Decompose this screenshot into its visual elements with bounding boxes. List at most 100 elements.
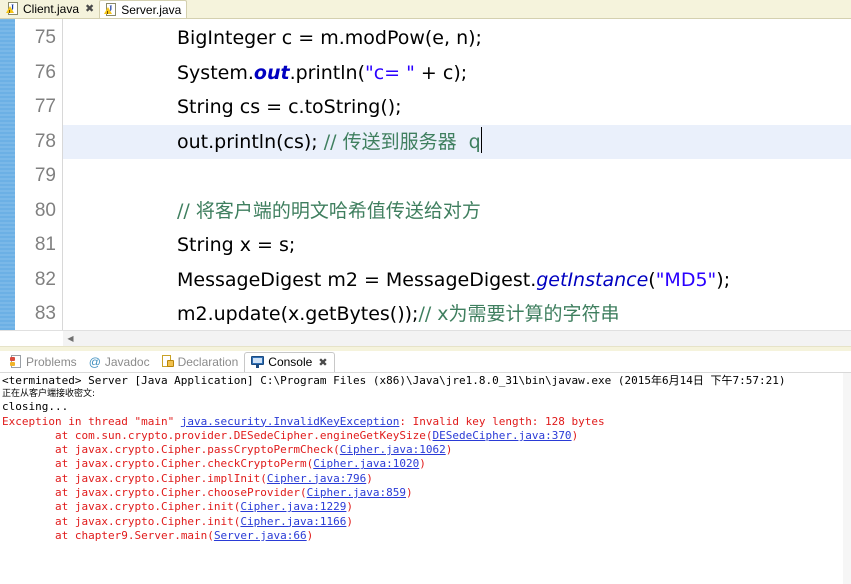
console-text: at javax.crypto.Cipher.init( (2, 514, 241, 528)
code-line[interactable] (63, 159, 851, 194)
editor-tab-server-java[interactable]: J Server.java (99, 0, 188, 18)
console-line: at javax.crypto.Cipher.init(Cipher.java:… (2, 515, 851, 529)
console-text: ) (419, 457, 426, 471)
code-token: ( (648, 268, 656, 291)
line-number: 80 (34, 199, 56, 221)
code-token: + c); (414, 61, 468, 84)
code-token: String cs = c.toString(); (177, 96, 402, 118)
console-text: ) (366, 471, 373, 485)
console-text: at chapter9.Server.main( (2, 528, 214, 542)
console-text: ) (306, 528, 314, 542)
console-vertical-scrollbar[interactable] (843, 373, 851, 584)
javadoc-at-icon: @ (88, 354, 101, 369)
console-text: at javax.crypto.Cipher.chooseProvider( (2, 486, 307, 500)
console-text: ) (445, 443, 453, 457)
stack-trace-link[interactable]: Server.java:66 (214, 529, 307, 542)
code-editor[interactable]: 75 76 77 78 79 80 81 82 83 BigInteger c = m.modP… (0, 19, 851, 330)
code-line[interactable]: String x = s; (63, 228, 851, 263)
code-token: out (253, 61, 290, 84)
stack-trace-link[interactable]: Cipher.java:796 (267, 472, 366, 485)
console-line: 正在从客户端接收密文: (2, 388, 851, 400)
console-icon (251, 356, 265, 368)
code-token: m2.update(x.getBytes()); (177, 303, 419, 325)
line-number: 78 (34, 130, 56, 152)
scrollbar-track[interactable]: ◀ (63, 331, 851, 346)
console-text: at javax.crypto.Cipher.passCryptoPermChe… (2, 443, 340, 457)
stack-trace-link[interactable]: java.security.InvalidKeyException (181, 415, 400, 428)
console-text: at javax.crypto.Cipher.checkCryptoPerm( (2, 457, 314, 471)
view-tab-label: Javadoc (104, 354, 150, 369)
console-line: at javax.crypto.Cipher.chooseProvider(Ci… (2, 486, 851, 500)
code-token: out.println(cs); (177, 130, 324, 153)
code-line[interactable]: out.println(cs); // 传送到服务器 q (63, 124, 851, 159)
code-line[interactable]: BigInteger c = m.modPow(e, n); (63, 21, 851, 56)
console-text: ) (346, 500, 354, 514)
console-output[interactable]: <terminated> Server [Java Application] C… (0, 373, 851, 584)
view-tab-declaration[interactable]: Declaration (156, 352, 245, 372)
line-number: 77 (34, 96, 56, 117)
java-file-warning-icon: J (6, 2, 19, 16)
stack-trace-link[interactable]: Cipher.java:1062 (340, 443, 446, 456)
view-tab-javadoc[interactable]: @ Javadoc (83, 352, 156, 372)
editor-tab-bar: J Client.java ✖ J Server.java (0, 0, 851, 19)
eclipse-ide-window: J Client.java ✖ J Server.java 75 76 77 78 79 80 81… (0, 0, 851, 584)
console-text: ) (406, 486, 413, 500)
console-line: at javax.crypto.Cipher.implInit(Cipher.j… (2, 472, 851, 486)
code-line[interactable]: // 将客户端的明文哈希值传送给对方 (63, 194, 851, 229)
text-caret (480, 126, 482, 153)
line-number: 79 (34, 165, 56, 186)
problems-icon (10, 355, 22, 368)
stack-trace-link[interactable]: Cipher.java:859 (307, 486, 406, 499)
code-token: String x = s; (177, 234, 296, 256)
editor-horizontal-scrollbar[interactable]: ◀ (0, 330, 851, 346)
console-line: at javax.crypto.Cipher.checkCryptoPerm(C… (2, 457, 851, 471)
console-text: ) (571, 428, 579, 442)
java-file-warning-icon: J (104, 2, 117, 17)
declaration-icon (161, 355, 174, 368)
console-line: at com.sun.crypto.provider.DESedeCipher.… (2, 429, 851, 443)
code-token: // x为需要计算的字符串 (418, 303, 620, 325)
scrollbar-gutter-spacer (0, 331, 63, 346)
view-tab-close-icon[interactable]: ✖ (318, 356, 327, 369)
stack-trace-link[interactable]: Cipher.java:1020 (313, 457, 419, 470)
code-token: "c= " (364, 61, 415, 84)
stack-trace-link[interactable]: Cipher.java:1229 (240, 500, 346, 513)
editor-tab-close-icon[interactable]: ✖ (85, 4, 94, 15)
view-tab-label: Console (268, 355, 313, 369)
view-tab-label: Problems (26, 354, 77, 369)
console-lines: 正在从客户端接收密文: closing... Exception in thread… (2, 388, 851, 543)
console-text: at com.sun.crypto.provider.DESedeCipher.… (2, 428, 433, 442)
code-line[interactable]: m2.update(x.getBytes());// x为需要计算的字符串 (63, 297, 851, 330)
console-text: : Invalid key length: 128 bytes (399, 414, 605, 428)
line-number: 75 (34, 27, 56, 48)
code-line[interactable]: String cs = c.toString(); (63, 90, 851, 125)
console-text: ) (346, 514, 354, 528)
code-token: ); (716, 268, 731, 291)
console-line: closing... (2, 400, 851, 414)
line-number: 81 (34, 234, 56, 255)
console-text: Exception in thread "main" (2, 414, 181, 428)
line-number: 76 (34, 61, 56, 83)
code-token: // 传送到服务器 q (323, 130, 481, 153)
editor-code-area[interactable]: BigInteger c = m.modPow(e, n); System.out… (63, 19, 851, 330)
view-tab-console[interactable]: Console ✖ (244, 351, 335, 372)
code-line[interactable]: System.out.println("c= " + c); (63, 56, 851, 91)
stack-trace-link[interactable]: Cipher.java:1166 (240, 515, 346, 528)
code-token: BigInteger c = m.modPow(e, n); (177, 27, 482, 49)
code-token: getInstance (536, 268, 649, 291)
code-token: "MD5" (655, 268, 717, 291)
view-tab-label: Declaration (177, 354, 239, 369)
code-token: // 将客户端的明文哈希值传送给对方 (177, 199, 481, 222)
stack-trace-link[interactable]: DESedeCipher.java:370 (432, 429, 571, 442)
console-text: at javax.crypto.Cipher.implInit( (2, 471, 267, 485)
console-line: at javax.crypto.Cipher.passCryptoPermChe… (2, 443, 851, 457)
code-line[interactable]: MessageDigest m2 = MessageDigest.getInst… (63, 263, 851, 298)
editor-line-number-gutter: 75 76 77 78 79 80 81 82 83 (15, 19, 63, 330)
view-tab-problems[interactable]: Problems (4, 352, 83, 372)
scroll-left-arrow-icon[interactable]: ◀ (63, 331, 78, 346)
console-line: Exception in thread "main" java.security… (2, 415, 851, 429)
view-tab-bar: Problems @ Javadoc Declaration Console ✖ (0, 351, 851, 373)
code-token: .println( (289, 61, 365, 84)
line-number: 82 (34, 268, 56, 290)
editor-tab-client-java[interactable]: J Client.java ✖ (2, 0, 100, 18)
